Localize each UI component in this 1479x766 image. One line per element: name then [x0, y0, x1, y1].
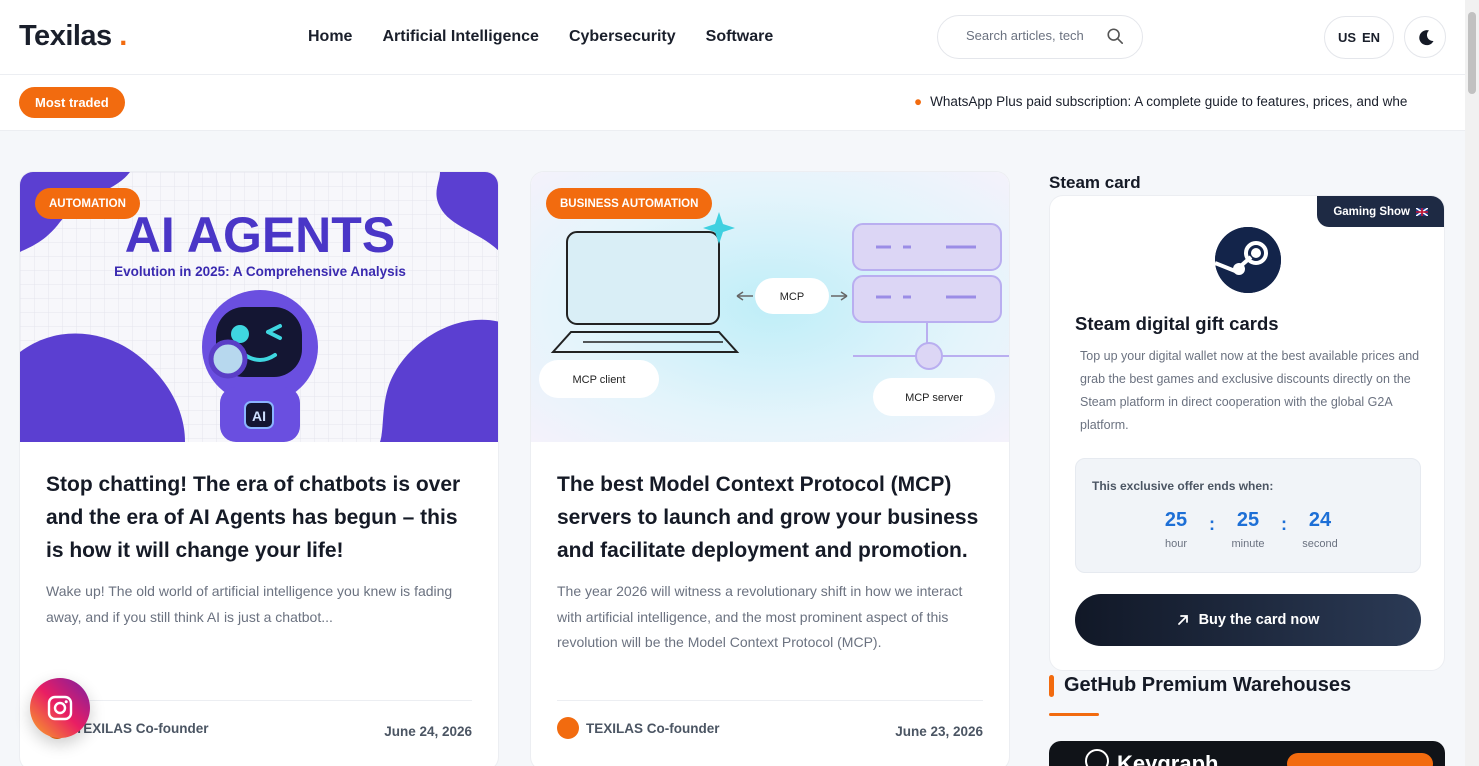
site-header: Texilas . Home Artificial Intelligence C…	[0, 0, 1465, 75]
gethub-section-title: GetHub Premium Warehouses	[1049, 674, 1351, 697]
offer-label: This exclusive offer ends when:	[1092, 479, 1274, 493]
image-subtitle: Evolution in 2025: A Comprehensive Analy…	[114, 264, 406, 279]
seconds-value: 24	[1308, 509, 1332, 531]
title-accent-bar	[1049, 674, 1054, 697]
publish-date: June 23, 2026	[895, 724, 983, 739]
keygraph-banner[interactable]: Keygraph	[1049, 741, 1445, 766]
theme-toggle-button[interactable]	[1404, 16, 1446, 58]
search-input[interactable]	[966, 28, 1116, 43]
author-name: TEXILAS Co-founder	[586, 720, 720, 736]
article-card[interactable]: AI AGENTS Evolution in 2025: A Comprehen…	[19, 171, 499, 766]
keygraph-logo-icon	[1085, 749, 1109, 766]
robot-badge-text: AI	[252, 408, 266, 424]
title-underline	[1049, 713, 1099, 716]
nav-software[interactable]: Software	[706, 28, 774, 46]
gethub-title-text: GetHub Premium Warehouses	[1064, 674, 1352, 696]
countdown-separator: :	[1281, 514, 1287, 534]
page-scrollbar[interactable]	[1465, 0, 1479, 766]
site-logo[interactable]: Texilas .	[19, 20, 127, 53]
minutes-value: 25	[1236, 509, 1260, 531]
gaming-show-badge[interactable]: Gaming Show	[1317, 196, 1444, 227]
buy-card-label: Buy the card now	[1198, 612, 1320, 628]
news-ticker: Most traded ● WhatsApp Plus paid subscrip…	[0, 75, 1465, 131]
article-excerpt: Wake up! The old world of artificial int…	[46, 583, 453, 625]
main-nav: Home Artificial Intelligence Cybersecuri…	[308, 28, 773, 46]
nav-cybersecurity[interactable]: Cybersecurity	[569, 28, 676, 46]
steam-heading: Steam digital gift cards	[1075, 313, 1279, 334]
us-flag-icon: US	[1337, 30, 1356, 45]
countdown-seconds: 24 second	[1290, 509, 1350, 550]
uk-flag-icon	[1416, 207, 1428, 216]
search-box	[937, 15, 1143, 59]
hours-unit: hour	[1164, 538, 1188, 550]
keygraph-name: Keygraph	[1117, 751, 1219, 766]
steam-section-title: Steam card	[1049, 173, 1141, 192]
article-card[interactable]: MCP MCP client MCP server BUSINESS AUTOM…	[530, 171, 1010, 766]
buy-card-button[interactable]: Buy the card now	[1075, 594, 1421, 646]
countdown-box: This exclusive offer ends when: 25 hour :…	[1075, 458, 1421, 573]
instagram-button[interactable]	[30, 678, 90, 738]
steam-description: Top up your digital wallet now at the be…	[1080, 349, 1420, 432]
countdown-separator: :	[1209, 514, 1215, 534]
author[interactable]: TEXILAS Co-founder	[557, 717, 720, 739]
bullet-icon: ●	[914, 94, 923, 109]
steam-promo-card: Gaming Show Steam digital gift cards Top…	[1049, 195, 1445, 671]
countdown-hours: 25 hour	[1146, 509, 1206, 550]
nav-artificial-intelligence[interactable]: Artificial Intelligence	[382, 28, 538, 46]
nav-home[interactable]: Home	[308, 28, 352, 46]
keygraph-badge	[1287, 753, 1433, 766]
category-tag[interactable]: AUTOMATION	[35, 188, 140, 219]
seconds-unit: second	[1302, 538, 1338, 550]
category-tag[interactable]: BUSINESS AUTOMATION	[546, 188, 713, 219]
publish-date: June 24, 2026	[384, 724, 472, 739]
most-traded-pill[interactable]: Most traded	[19, 87, 125, 118]
language-switcher[interactable]: US EN	[1324, 16, 1394, 59]
steam-icon	[1214, 227, 1281, 293]
language-code: EN	[1362, 30, 1381, 45]
divider	[46, 700, 472, 701]
ticker-item[interactable]: ● WhatsApp Plus paid subscription: A comp…	[914, 94, 1446, 109]
moon-icon	[1419, 30, 1434, 46]
countdown-minutes: 25 minute	[1218, 509, 1278, 550]
logo-dot: .	[119, 20, 127, 52]
instagram-icon	[47, 695, 73, 721]
avatar	[557, 717, 579, 739]
search-icon[interactable]	[1106, 27, 1124, 45]
ticker-text: WhatsApp Plus paid subscription: A compl…	[930, 94, 1408, 109]
article-excerpt: The year 2026 will witness a revolutiona…	[557, 583, 963, 650]
minutes-unit: minute	[1231, 538, 1265, 550]
author-name: TEXILAS Co-founder	[75, 720, 209, 736]
hours-value: 25	[1164, 509, 1188, 531]
image-title: AI AGENTS	[125, 207, 395, 263]
gaming-show-label: Gaming Show	[1333, 205, 1410, 218]
arrow-up-right-icon	[1177, 615, 1188, 625]
article-title[interactable]: The best Model Context Protocol (MCP) se…	[557, 468, 987, 567]
scrollbar-thumb[interactable]	[1468, 12, 1476, 94]
article-title[interactable]: Stop chatting! The era of chatbots is ov…	[46, 468, 476, 567]
mcp-label: MCP	[780, 291, 804, 303]
divider	[557, 700, 983, 701]
mcp-client-label: MCP client	[573, 374, 626, 386]
mcp-server-label: MCP server	[905, 392, 963, 404]
